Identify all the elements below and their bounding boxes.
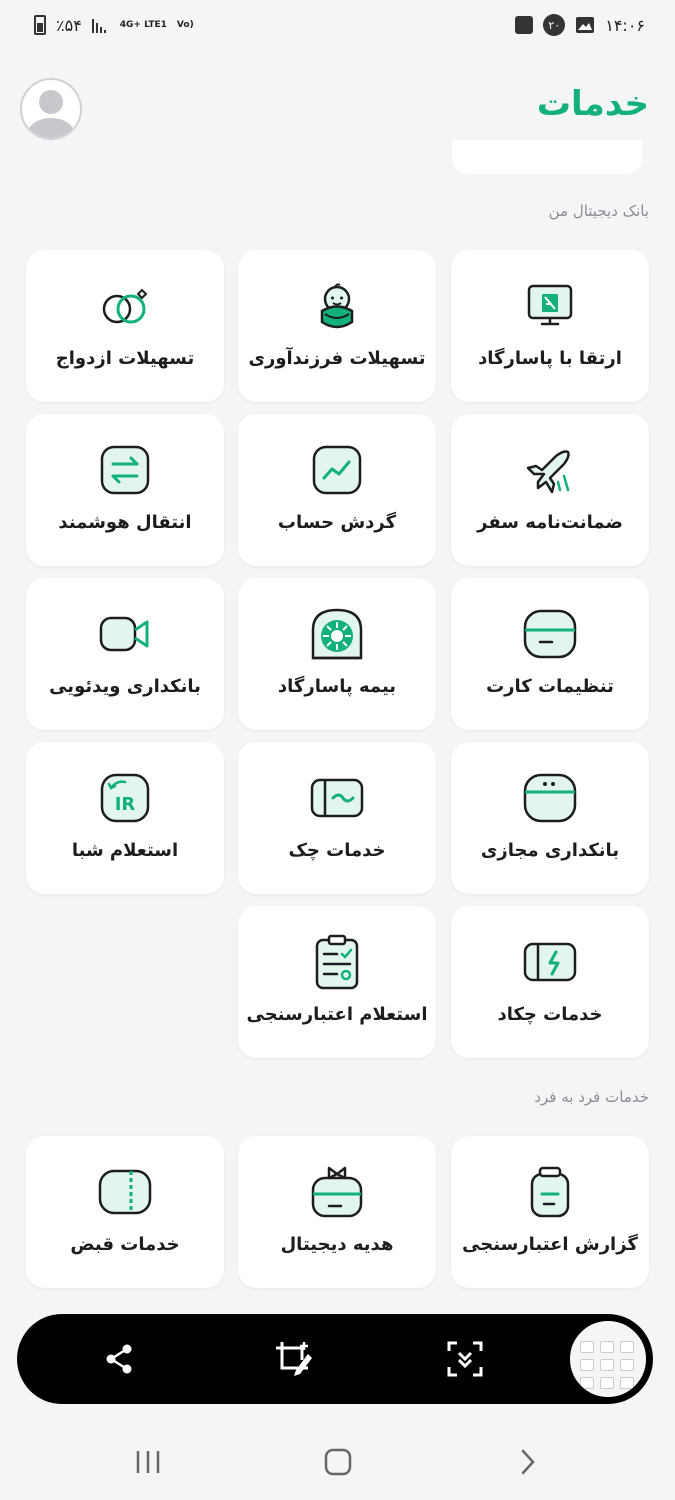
p2p-grid: گزارش اعتبارسنجی هدیه دیجیتال خدمات قبض <box>26 1136 649 1288</box>
service-credit-report[interactable]: گزارش اعتبارسنجی <box>451 1136 649 1288</box>
gift-card-icon <box>311 1166 363 1218</box>
upgrade-monitor-icon <box>527 284 573 326</box>
service-marriage-loan[interactable]: تسهیلات ازدواج <box>26 250 224 402</box>
service-account-turnover[interactable]: گردش حساب <box>238 414 436 566</box>
scroll-capture-button[interactable] <box>445 1339 485 1379</box>
service-digital-gift[interactable]: هدیه دیجیتال <box>238 1136 436 1288</box>
scroll-capture-icon <box>447 1341 483 1377</box>
home-icon <box>324 1448 352 1476</box>
section-title-p2p: خدمات فرد به فرد <box>534 1088 649 1106</box>
volte-indicator: Vo) <box>176 19 194 30</box>
service-label: ارتقا با پاسارگاد <box>478 348 622 369</box>
status-right: ۲۰ ۱۴:۰۶ <box>515 14 645 36</box>
bill-icon <box>98 1169 152 1215</box>
pasargad-insurance-icon <box>311 608 363 660</box>
cheque-icon <box>310 778 364 818</box>
credit-clipboard-icon <box>315 934 359 990</box>
service-video-banking[interactable]: بانکداری ویدئویی <box>26 578 224 730</box>
card-settings-icon <box>523 609 577 659</box>
service-iban-inquiry[interactable]: IR استعلام شبا <box>26 742 224 894</box>
scrolled-card-edge <box>452 140 642 174</box>
service-childbirth-loan[interactable]: تسهیلات فرزندآوری <box>238 250 436 402</box>
service-virtual-banking[interactable]: بانکداری مجازی <box>451 742 649 894</box>
service-bill[interactable]: خدمات قبض <box>26 1136 224 1288</box>
credit-report-icon <box>530 1166 570 1218</box>
header: خدمات <box>0 70 675 150</box>
clock: ۱۴:۰۶ <box>605 15 645 35</box>
chevron-right-icon <box>521 1449 535 1475</box>
wedding-rings-icon <box>102 288 148 324</box>
battery-level: ٪۵۴ <box>56 15 82 35</box>
service-label: خدمات قبض <box>70 1234 180 1255</box>
service-label: بانکداری ویدئویی <box>49 676 201 697</box>
signal-icon <box>91 19 106 33</box>
transfer-arrows-icon <box>100 445 150 495</box>
service-label: خدمات چکاد <box>497 1004 603 1025</box>
service-label: انتقال هوشمند <box>58 512 192 533</box>
video-camera-icon <box>99 616 149 652</box>
service-upgrade-pasargad[interactable]: ارتقا با پاسارگاد <box>451 250 649 402</box>
service-chakad[interactable]: خدمات چکاد <box>451 906 649 1058</box>
back-button[interactable] <box>508 1442 548 1482</box>
service-label: بیمه پاسارگاد <box>277 676 397 697</box>
crop-edit-icon <box>276 1342 312 1376</box>
screenshot-toolbar <box>17 1314 653 1404</box>
page-title: خدمات <box>536 84 649 124</box>
digital-bank-grid: ارتقا با پاسارگاد تسهیلات فرزندآوری تسهی… <box>26 250 649 1060</box>
share-icon <box>106 1344 132 1374</box>
crop-edit-button[interactable] <box>273 1339 313 1379</box>
service-label: گزارش اعتبارسنجی <box>462 1234 638 1255</box>
account-chart-icon <box>312 445 362 495</box>
svg-text:IR: IR <box>115 794 136 815</box>
system-nav-bar <box>0 1420 675 1500</box>
notification-badge: ۲۰ <box>543 14 566 36</box>
virtual-banking-icon <box>523 773 577 823</box>
share-button[interactable] <box>99 1339 139 1379</box>
service-travel-guarantee[interactable]: ضمانت‌نامه سفر <box>451 414 649 566</box>
battery-icon <box>34 15 46 35</box>
iban-inquiry-icon: IR <box>100 773 150 823</box>
chakad-icon <box>523 942 577 982</box>
service-cheque[interactable]: خدمات چک <box>238 742 436 894</box>
service-label: بانکداری مجازی <box>480 840 620 861</box>
screenshot-thumbnail[interactable] <box>567 1318 649 1400</box>
service-label: استعلام اعتبارسنجی <box>246 1004 428 1025</box>
service-label: گردش حساب <box>277 512 397 533</box>
home-button[interactable] <box>318 1442 358 1482</box>
service-label: تنظیمات کارت <box>486 676 614 697</box>
service-smart-transfer[interactable]: انتقال هوشمند <box>26 414 224 566</box>
image-notification-icon <box>576 17 595 33</box>
recent-apps-button[interactable] <box>128 1442 168 1482</box>
recent-apps-icon <box>136 1451 160 1473</box>
airplane-icon <box>526 450 570 494</box>
section-title-digital-bank: بانک دیجیتال من <box>548 202 649 220</box>
network-type: 4G+ LTE1 <box>119 19 167 30</box>
avatar[interactable] <box>20 78 82 140</box>
status-left: ٪۵۴ 4G+ LTE1 Vo) <box>34 15 194 35</box>
checkbox-notification-icon <box>515 16 534 34</box>
status-bar: ٪۵۴ 4G+ LTE1 Vo) ۲۰ ۱۴:۰۶ <box>0 0 675 50</box>
service-label: تسهیلات ازدواج <box>55 348 195 369</box>
service-label: تسهیلات فرزندآوری <box>248 348 426 369</box>
service-label: خدمات چک <box>288 840 386 861</box>
service-label: استعلام شبا <box>71 840 179 861</box>
service-credit-inquiry[interactable]: استعلام اعتبارسنجی <box>238 906 436 1058</box>
service-label: ضمانت‌نامه سفر <box>477 512 623 533</box>
service-label: هدیه دیجیتال <box>280 1234 394 1255</box>
service-pasargad-insurance[interactable]: بیمه پاسارگاد <box>238 578 436 730</box>
baby-icon <box>320 283 354 329</box>
service-card-settings[interactable]: تنظیمات کارت <box>451 578 649 730</box>
